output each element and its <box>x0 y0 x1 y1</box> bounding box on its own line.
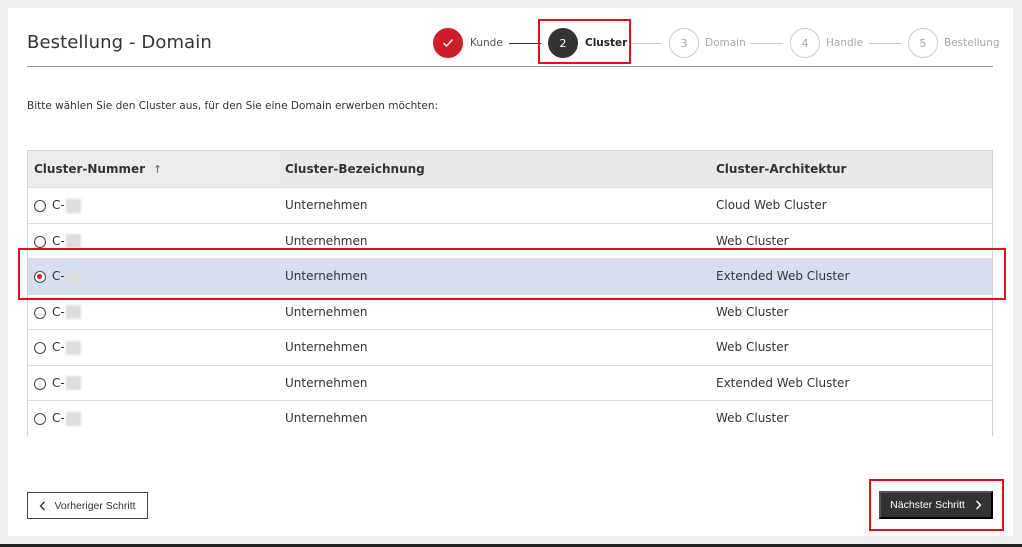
redacted-id-block <box>65 376 81 390</box>
cluster-name: Unternehmen <box>285 340 368 354</box>
table-row-selected[interactable]: C- Unternehmen Extended Web Cluster <box>28 258 992 294</box>
cluster-id: C- <box>52 224 81 259</box>
cluster-name: Unternehmen <box>285 375 368 390</box>
cluster-table: Cluster-Nummer ↑ Cluster-Bezeichnung Clus… <box>27 150 993 436</box>
table-header: Cluster-Nummer ↑ Cluster-Bezeichnung Clus… <box>28 151 992 187</box>
cluster-name: Unternehmen <box>285 411 368 425</box>
previous-step-label: Vorheriger Schritt <box>54 499 136 512</box>
instruction-text: Bitte wählen Sie den Cluster aus, für de… <box>27 100 439 112</box>
header-divider <box>27 66 993 67</box>
sort-ascending-icon: ↑ <box>153 163 163 176</box>
cluster-radio[interactable] <box>34 413 46 425</box>
table-row[interactable]: C- Unternehmen Web Cluster <box>28 400 992 436</box>
cluster-radio[interactable] <box>34 200 46 212</box>
cluster-architecture: Web Cluster <box>716 340 789 354</box>
cluster-architecture: Web Cluster <box>716 233 789 248</box>
order-stepper: Kunde 2 Cluster 3 Domain 4 Handle 5 Best… <box>8 8 1013 68</box>
step-4-label: Handle <box>826 37 864 49</box>
table-row[interactable]: C- Unternehmen Web Cluster <box>28 329 992 365</box>
column-header-cluster-number[interactable]: Cluster-Nummer ↑ <box>28 151 280 187</box>
column-header-cluster-name[interactable]: Cluster-Bezeichnung <box>285 151 425 187</box>
step-2-label[interactable]: Cluster <box>585 37 627 49</box>
step-1-circle[interactable] <box>433 28 463 58</box>
table-row[interactable]: C- Unternehmen Web Cluster <box>28 293 992 330</box>
cluster-id: C- <box>52 401 81 436</box>
cluster-architecture: Web Cluster <box>716 411 789 425</box>
redacted-id-block <box>65 198 81 213</box>
cluster-architecture: Web Cluster <box>716 304 789 319</box>
table-row[interactable]: C- Unternehmen Cloud Web Cluster <box>28 187 992 223</box>
step-connector-2 <box>630 43 662 44</box>
table-row[interactable]: C- Unternehmen Web Cluster <box>28 222 992 259</box>
redacted-id-block <box>65 340 81 355</box>
step-connector-3 <box>750 43 783 44</box>
cluster-id: C- <box>52 259 81 294</box>
chevron-left-icon <box>39 501 46 510</box>
order-card: Bestellung - Domain Kunde 2 Cluster 3 Do… <box>8 8 1013 536</box>
next-step-button[interactable]: Nächster Schritt <box>879 491 993 519</box>
redacted-id-block <box>65 305 81 319</box>
check-icon <box>443 39 453 47</box>
cluster-architecture: Extended Web Cluster <box>716 375 850 390</box>
cluster-radio-checked[interactable] <box>34 271 46 283</box>
redacted-id-block <box>65 234 81 248</box>
cluster-radio[interactable] <box>34 377 46 390</box>
cluster-id: C- <box>52 295 81 330</box>
step-2-circle[interactable]: 2 <box>548 28 578 58</box>
cluster-radio[interactable] <box>34 306 46 319</box>
chevron-right-icon <box>975 500 982 510</box>
cluster-architecture: Extended Web Cluster <box>716 269 850 283</box>
step-3-label: Domain <box>705 37 746 49</box>
step-3-circle: 3 <box>669 28 699 58</box>
previous-step-button[interactable]: Vorheriger Schritt <box>27 492 148 519</box>
table-row[interactable]: C- Unternehmen Extended Web Cluster <box>28 364 992 401</box>
column-header-cluster-architecture[interactable]: Cluster-Architektur <box>716 151 846 187</box>
step-1-label[interactable]: Kunde <box>470 37 503 49</box>
cluster-id: C- <box>52 188 81 223</box>
cluster-radio[interactable] <box>34 342 46 354</box>
redacted-id-block <box>65 269 81 284</box>
redacted-id-block <box>65 411 81 426</box>
step-5-circle: 5 <box>908 28 938 58</box>
cluster-id: C- <box>52 366 81 401</box>
step-4-circle: 4 <box>790 28 820 58</box>
cluster-name: Unternehmen <box>285 198 368 212</box>
cluster-radio[interactable] <box>34 235 46 248</box>
step-connector-4 <box>869 43 901 44</box>
cluster-architecture: Cloud Web Cluster <box>716 198 827 212</box>
step-5-label: Bestellung <box>944 37 1000 49</box>
next-step-label: Nächster Schritt <box>890 499 965 511</box>
cluster-id: C- <box>52 330 81 365</box>
cluster-name: Unternehmen <box>285 269 368 283</box>
step-connector-1 <box>509 43 541 44</box>
cluster-name: Unternehmen <box>285 233 368 248</box>
cluster-name: Unternehmen <box>285 304 368 319</box>
